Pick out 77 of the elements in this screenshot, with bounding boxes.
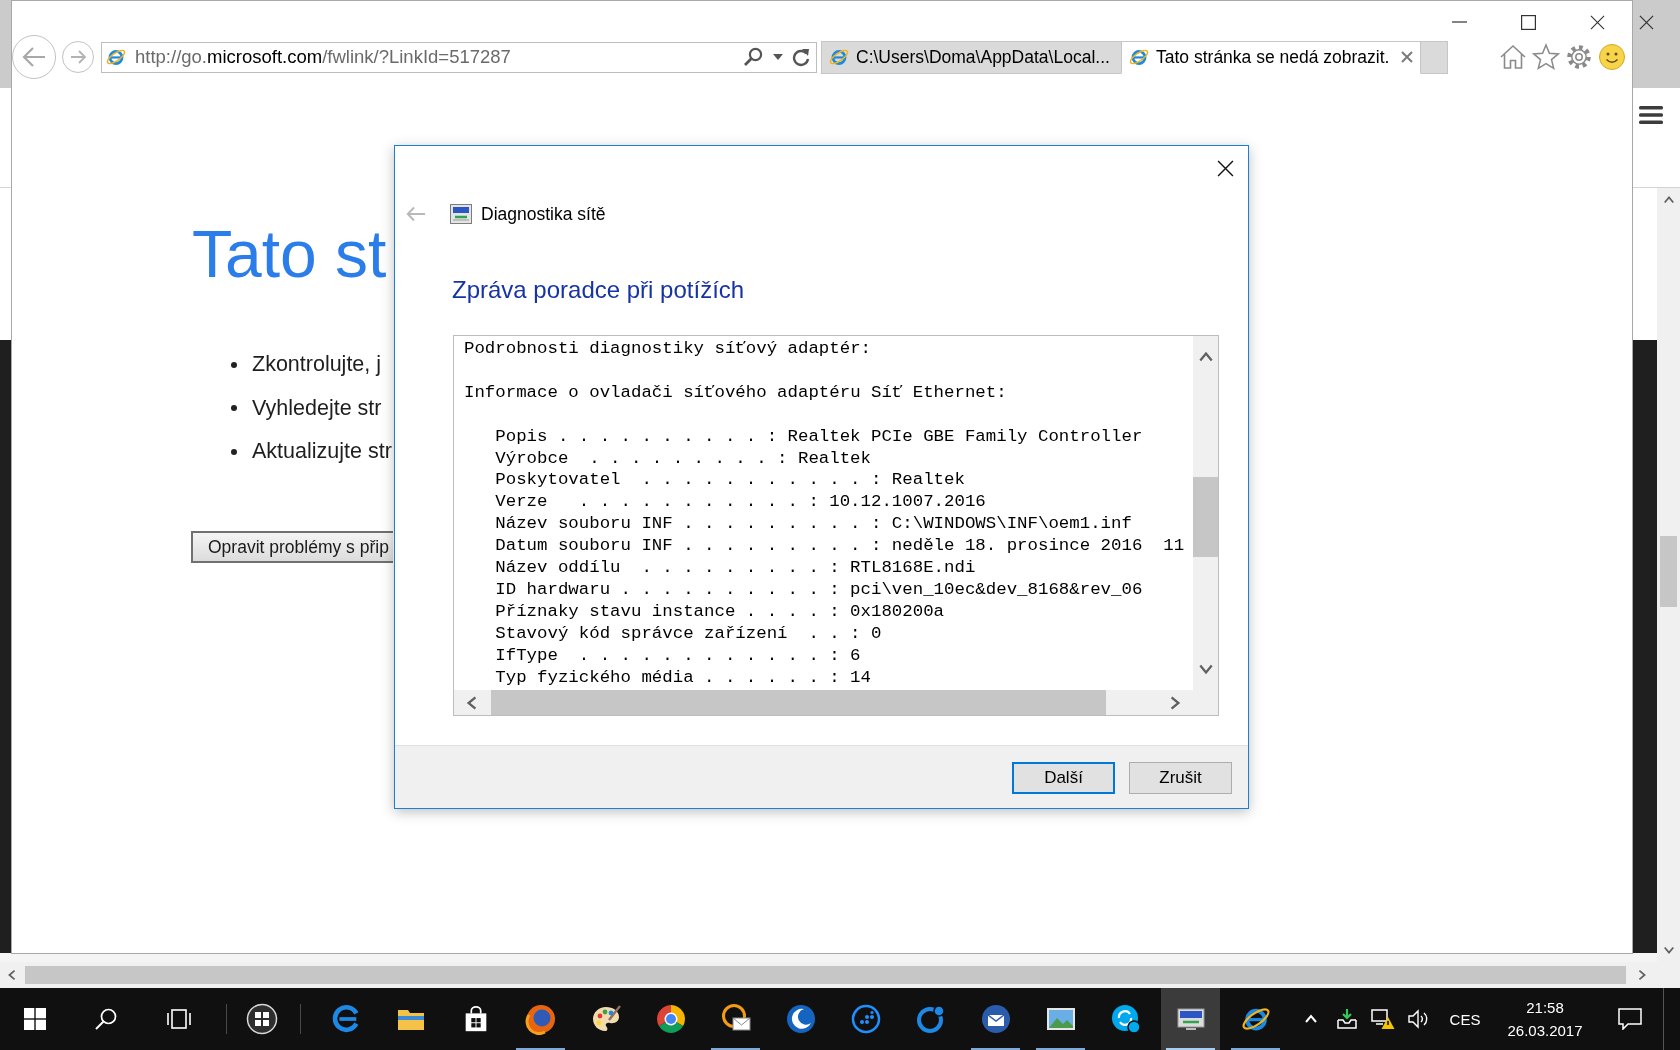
ring-badge-icon[interactable] [914,1003,947,1035]
dialog-button[interactable]: Další [1012,762,1115,794]
bullet-icon [231,405,237,412]
list-item-text: Zkontrolujte, j [252,352,382,378]
tab[interactable]: Tato stránka se nedá zobrazit. [1121,40,1421,74]
dotted-circle-icon[interactable] [849,1003,882,1035]
report-line: ID hardwaru . . . . . . . . . . : pci\ven_10ec&dev_8168&rev_06 [495,578,1143,601]
taskbar-app-button[interactable] [1161,988,1220,1050]
scrollbar[interactable] [1657,188,1680,962]
scroll-left-icon[interactable] [6,969,18,981]
scrollbar-thumb[interactable] [1193,477,1218,557]
bullet-icon [231,448,237,455]
scrollbar-thumb[interactable] [25,966,1626,984]
page-heading: Tato st [192,221,387,287]
settings-icon[interactable] [1565,43,1593,71]
scroll-up-icon[interactable] [1662,194,1675,206]
troubleshoot-button[interactable]: Opravit problémy s přip [191,531,393,563]
report-line: Verze . . . . . . . . . . . : 10.12.1007.2016 [495,491,986,514]
sync-circle-icon[interactable] [1109,1003,1142,1035]
swirl-logo-icon[interactable] [330,1004,361,1034]
minimize-icon [1452,21,1467,23]
scrollbar[interactable] [1193,336,1218,690]
language-indicator[interactable]: CES [1449,1010,1481,1028]
close-icon [1216,159,1234,177]
globe-ring-icon[interactable] [524,1003,557,1035]
tab[interactable]: C:\Users\Doma\AppData\Local... [821,40,1122,74]
envelope-circle-icon[interactable] [979,1003,1012,1035]
monitor-icon [450,204,472,224]
clock-date[interactable]: 26.03.2017 [1507,1022,1583,1039]
star-icon[interactable] [1532,43,1560,71]
scrollbar-thumb[interactable] [1660,536,1677,607]
report-line: Název oddílu . . . . . . . . . : RTL8168E.ndi [495,557,976,579]
report-section: Informace o ovladači síťového adaptéru Síť Ethernet: [464,381,1007,404]
report-line: Poskytovatel . . . . . . . . . . . : Realtek [495,469,965,492]
dialog-title: Diagnostika sítě [481,203,606,225]
clock-time[interactable]: 21:58 [1526,999,1564,1016]
arrow-right-icon [69,49,87,65]
report-heading: Podrobnosti diagnostiky síťový adaptér: [464,338,871,360]
close-icon [1590,14,1605,30]
scrollbar[interactable] [454,690,1193,715]
report-line: Příznaky stavu instance . . . . : 0x180200a [495,600,945,623]
scrollbar-thumb[interactable] [491,690,1106,715]
menu-icon[interactable] [1638,104,1664,126]
refresh-icon[interactable] [792,47,810,67]
url-text: http://go.microsoft.com/fwlink/?LinkId=517287 [135,46,511,68]
window-panes-icon[interactable] [24,1008,46,1030]
network-warning-icon[interactable] [1371,1008,1395,1030]
list-item-text: Vyhledejte str [252,395,382,421]
report-line: Typ fyzického média . . . . . . : 14 [495,666,871,689]
dialog-button[interactable]: Zrušit [1129,762,1232,794]
address-field[interactable]: http://go.microsoft.com/fwlink/?LinkId=517287 [101,41,817,73]
segmented-circle-icon[interactable] [654,1003,687,1035]
close-icon[interactable] [1401,51,1413,63]
report-line: Popis . . . . . . . . . . : Realtek PCIe GBE Family Controller [495,425,1143,448]
stacked-rectangles-icon[interactable] [166,1008,192,1030]
close-icon [1638,14,1654,30]
report-line: Název souboru INF . . . . . . . . . : C:\WINDOWS\INF\oem1.inf [495,513,1132,536]
crescent-icon[interactable] [784,1003,817,1035]
arrow-left-icon [21,46,47,68]
scroll-down-icon[interactable] [1662,944,1675,956]
search-icon[interactable] [94,1007,118,1031]
list-item-text: Aktualizujte str [252,439,392,465]
report-line: Stavový kód správce zařízení . . : 0 [495,622,882,645]
inbox-arrow-icon[interactable] [1336,1008,1358,1030]
smiley-icon[interactable] [1598,43,1626,71]
report-line: IfType . . . . . . . . . . . . : 6 [495,644,861,667]
search-icon[interactable] [743,47,763,67]
bullet-icon [231,361,237,368]
grid-circle-icon[interactable] [246,1003,278,1035]
maximize-icon [1521,14,1536,30]
home-icon[interactable] [1499,43,1527,71]
dialog-heading: Zpráva poradce při potížích [452,275,745,305]
report-line: Výrobce . . . . . . . . . : Realtek [495,447,871,470]
caret-down-icon[interactable] [773,54,783,60]
report-line: Datum souboru INF . . . . . . . . . : neděle 18. prosince 2016 11 [495,535,1185,558]
speech-bubble-icon[interactable] [1618,1008,1642,1030]
speaker-icon[interactable] [1408,1009,1430,1029]
